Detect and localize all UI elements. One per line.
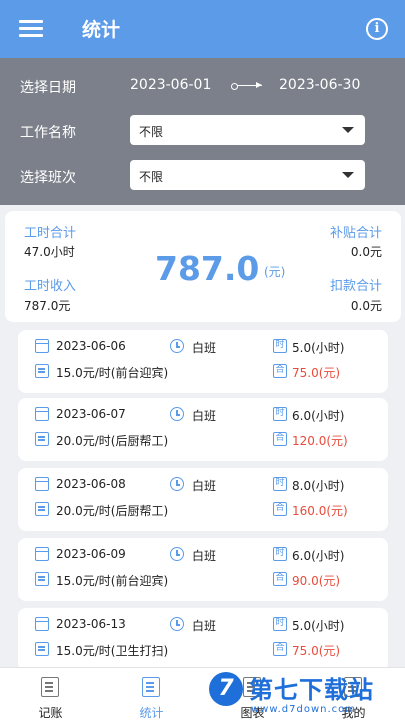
app-bar: 统计 i — [0, 0, 405, 58]
job-label: 工作名称 — [20, 125, 76, 141]
record-shift: 白班 — [192, 341, 217, 355]
clock-icon — [170, 339, 184, 353]
deduction-total-value: 0.0元 — [350, 299, 382, 313]
hours-icon: 时 — [273, 477, 287, 491]
total-amount: 787.0 — [155, 249, 260, 288]
record-rate: 15.0元/时(前台迎宾) — [56, 366, 169, 380]
record-rate: 20.0元/时(后厨帮工) — [56, 504, 169, 518]
record-card[interactable]: 2023-06-06 白班 时 5.0(小时) 15.0元/时(前台迎宾) 合 75.0(元… — [18, 330, 388, 393]
record-shift: 白班 — [192, 479, 217, 493]
hours-icon: 时 — [273, 407, 287, 421]
clock-icon — [170, 407, 184, 421]
hours-icon: 时 — [273, 547, 287, 561]
job-select[interactable]: 不限 — [130, 115, 365, 145]
summary-card: 工时合计 47.0小时 补贴合计 0.0元 787.0 (元) 工时收入 787… — [5, 211, 401, 322]
record-shift: 白班 — [192, 549, 217, 563]
list-icon — [142, 677, 160, 697]
tab-label: 记账 — [38, 706, 63, 720]
record-hours: 5.0(小时) — [292, 341, 345, 355]
record-date: 2023-06-13 — [56, 617, 126, 631]
tab-bookkeeping[interactable]: 记账 — [0, 668, 101, 720]
shift-select-value: 不限 — [139, 170, 164, 184]
calendar-icon — [35, 407, 49, 421]
edit-icon — [41, 677, 59, 697]
record-date: 2023-06-09 — [56, 547, 126, 561]
total-icon: 合 — [273, 572, 287, 586]
record-date: 2023-06-08 — [56, 477, 126, 491]
clock-icon — [170, 617, 184, 631]
record-total: 160.0(元) — [292, 504, 348, 518]
record-rate: 20.0元/时(后厨帮工) — [56, 434, 169, 448]
wage-rate-icon — [35, 432, 49, 446]
subsidy-total-label: 补贴合计 — [329, 226, 382, 241]
wage-rate-icon — [35, 642, 49, 656]
start-date[interactable]: 2023-06-01 — [130, 77, 211, 93]
dropdown-caret-icon — [342, 127, 354, 133]
total-icon: 合 — [273, 432, 287, 446]
filter-panel: 选择日期 2023-06-01 2023-06-30 工作名称 不限 选择班次 … — [0, 58, 405, 205]
record-hours: 8.0(小时) — [292, 479, 345, 493]
end-date[interactable]: 2023-06-30 — [279, 77, 360, 93]
income-label: 工时收入 — [24, 279, 77, 294]
tab-statistics[interactable]: 统计 — [101, 668, 202, 720]
record-hours: 6.0(小时) — [292, 549, 345, 563]
calendar-icon — [35, 547, 49, 561]
record-card[interactable]: 2023-06-13 白班 时 5.0(小时) 15.0元/时(卫生打扫) 合 75.0(元… — [18, 608, 388, 671]
calendar-icon — [35, 477, 49, 491]
shift-select[interactable]: 不限 — [130, 160, 365, 190]
wage-rate-icon — [35, 572, 49, 586]
income-value: 787.0元 — [24, 299, 71, 313]
watermark-name: 第七下载站 — [249, 676, 374, 704]
hours-icon: 时 — [273, 339, 287, 353]
record-rate: 15.0元/时(卫生打扫) — [56, 644, 169, 658]
date-range-arrow-icon — [231, 82, 262, 90]
total-icon: 合 — [273, 364, 287, 378]
total-icon: 合 — [273, 502, 287, 516]
watermark-url: www.d7down.com — [251, 704, 357, 715]
date-label: 选择日期 — [20, 80, 76, 96]
watermark: 7 第七下载站 www.d7down.com — [205, 668, 405, 720]
total-icon: 合 — [273, 642, 287, 656]
job-select-value: 不限 — [139, 125, 164, 139]
wage-rate-icon — [35, 364, 49, 378]
record-total: 90.0(元) — [292, 574, 341, 588]
hours-icon: 时 — [273, 617, 287, 631]
dropdown-caret-icon — [342, 172, 354, 178]
record-total: 75.0(元) — [292, 366, 341, 380]
deduction-total-label: 扣款合计 — [329, 279, 382, 294]
record-hours: 5.0(小时) — [292, 619, 345, 633]
calendar-icon — [35, 617, 49, 631]
clock-icon — [170, 477, 184, 491]
record-hours: 6.0(小时) — [292, 409, 345, 423]
clock-icon — [170, 547, 184, 561]
record-rate: 15.0元/时(前台迎宾) — [56, 574, 169, 588]
total-unit: (元) — [264, 265, 286, 279]
tab-label: 统计 — [139, 706, 164, 720]
record-total: 120.0(元) — [292, 434, 348, 448]
record-total: 75.0(元) — [292, 644, 341, 658]
record-date: 2023-06-06 — [56, 339, 126, 353]
calendar-icon — [35, 339, 49, 353]
hours-total-value: 47.0小时 — [24, 245, 75, 259]
wage-rate-icon — [35, 502, 49, 516]
record-date: 2023-06-07 — [56, 407, 126, 421]
page-title: 统计 — [82, 19, 121, 41]
watermark-logo: 7 — [209, 672, 243, 706]
record-card[interactable]: 2023-06-08 白班 时 8.0(小时) 20.0元/时(后厨帮工) 合 160.0(… — [18, 468, 388, 531]
subsidy-total-value: 0.0元 — [350, 245, 382, 259]
record-shift: 白班 — [192, 619, 217, 633]
shift-label: 选择班次 — [20, 170, 76, 186]
info-icon[interactable]: i — [366, 18, 388, 40]
menu-icon[interactable] — [19, 19, 43, 37]
record-shift: 白班 — [192, 409, 217, 423]
record-card[interactable]: 2023-06-07 白班 时 6.0(小时) 20.0元/时(后厨帮工) 合 120.0(… — [18, 398, 388, 461]
hours-total-label: 工时合计 — [24, 226, 77, 241]
record-card[interactable]: 2023-06-09 白班 时 6.0(小时) 15.0元/时(前台迎宾) 合 90.0(元… — [18, 538, 388, 601]
